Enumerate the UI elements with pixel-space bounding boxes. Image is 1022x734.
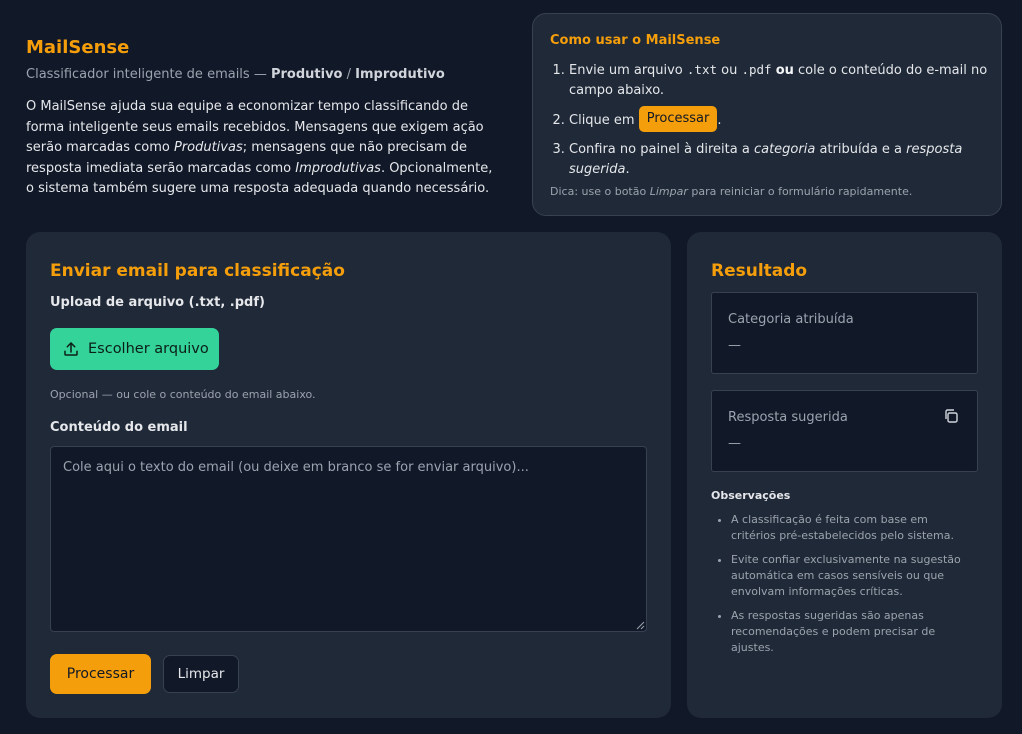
intro-text: O MailSense ajuda sua equipe a economiza… xyxy=(26,97,496,200)
suggested-value: — xyxy=(728,436,741,451)
subtitle-prefix: Classificador inteligente de emails — xyxy=(26,67,271,82)
howto-steps: Envie um arquivo .txt ou .pdf ou cole o … xyxy=(569,60,989,188)
step3-text-c: . xyxy=(625,162,630,177)
step1-ext-txt: .txt xyxy=(686,62,717,77)
tip-clear: Limpar xyxy=(649,185,688,198)
result-title: Resultado xyxy=(711,261,808,281)
step1-text-b: ou xyxy=(717,63,742,78)
howto-step-1: Envie um arquivo .txt ou .pdf ou cole o … xyxy=(569,60,989,101)
howto-tip: Dica: use o botão Limpar para reiniciar … xyxy=(550,185,912,198)
intro-productive: Produtivas xyxy=(173,140,243,155)
app-subtitle: Classificador inteligente de emails — Pr… xyxy=(26,67,445,82)
process-button[interactable]: Processar xyxy=(50,654,151,694)
howto-title: Como usar o MailSense xyxy=(550,33,721,48)
category-value: — xyxy=(728,338,741,353)
subtitle-separator: / xyxy=(342,67,356,82)
subtitle-unproductive: Improdutivo xyxy=(355,67,445,82)
email-form-card: Enviar email para classificação Upload d… xyxy=(26,232,671,718)
suggested-response-box: Resposta sugerida — xyxy=(711,390,978,472)
app-brand: MailSense xyxy=(26,37,130,58)
step1-ext-pdf: .pdf xyxy=(741,62,772,77)
copy-icon[interactable] xyxy=(943,408,959,424)
form-title: Enviar email para classificação xyxy=(50,261,345,281)
tip-text-a: Dica: use o botão xyxy=(550,185,650,198)
subtitle-productive: Produtivo xyxy=(270,67,343,82)
result-card: Resultado Categoria atribuída — Resposta… xyxy=(687,232,1002,718)
suggested-label: Resposta sugerida xyxy=(728,410,848,425)
step1-text-a: Envie um arquivo xyxy=(569,63,687,78)
optional-hint: Opcional — ou cole o conteúdo do email a… xyxy=(50,388,316,401)
step3-category: categoria xyxy=(753,142,816,157)
process-chip: Processar xyxy=(638,106,718,132)
notes-list: A classificação é feita com base em crit… xyxy=(731,512,976,664)
step3-text-b: atribuída e a xyxy=(815,142,907,157)
note-item: As respostas sugeridas são apenas recome… xyxy=(731,608,976,656)
choose-file-label: Escolher arquivo xyxy=(88,341,209,357)
note-item: A classificação é feita com base em crit… xyxy=(731,512,976,544)
clear-button[interactable]: Limpar xyxy=(163,655,239,693)
email-content-textarea[interactable] xyxy=(50,446,647,632)
step1-or: ou xyxy=(775,63,794,78)
note-item: Evite confiar exclusivamente na sugestão… xyxy=(731,552,976,600)
tip-text-b: para reiniciar o formulário rapidamente. xyxy=(687,185,913,198)
resize-grip-icon[interactable] xyxy=(635,620,645,630)
intro-unproductive: Improdutivas xyxy=(295,160,381,176)
step3-text-a: Confira no painel à direita a xyxy=(569,142,754,157)
upload-icon xyxy=(64,342,78,356)
howto-card: Como usar o MailSense Envie um arquivo .… xyxy=(532,13,1002,216)
category-box: Categoria atribuída — xyxy=(711,292,978,374)
step2-text-b: . xyxy=(717,113,722,128)
notes-title: Observações xyxy=(711,489,791,502)
category-label: Categoria atribuída xyxy=(728,312,854,327)
step2-text-a: Clique em xyxy=(569,113,639,128)
upload-label: Upload de arquivo (.txt, .pdf) xyxy=(50,295,265,310)
content-label: Conteúdo do email xyxy=(50,420,188,435)
howto-step-2: Clique em Processar. xyxy=(569,106,989,132)
howto-step-3: Confira no painel à direita a categoria … xyxy=(569,140,989,180)
choose-file-button[interactable]: Escolher arquivo xyxy=(50,328,219,370)
